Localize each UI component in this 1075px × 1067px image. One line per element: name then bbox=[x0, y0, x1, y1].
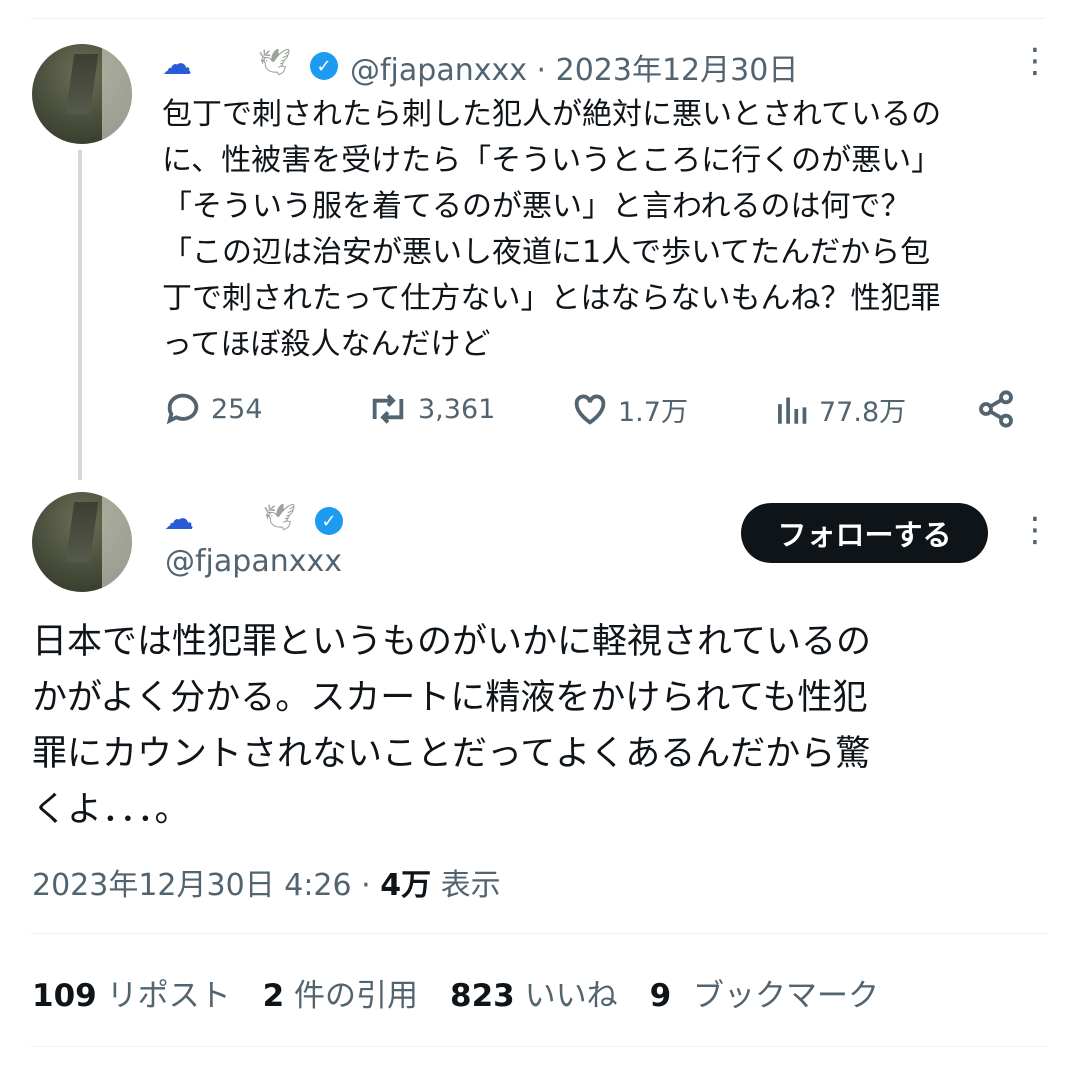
share-button[interactable] bbox=[975, 389, 1017, 429]
avatar[interactable] bbox=[32, 44, 132, 144]
views-count: 77.8万 bbox=[819, 396, 907, 428]
views-button[interactable]: 77.8万 bbox=[775, 389, 906, 429]
user-handle[interactable]: @fjapanxxx bbox=[350, 53, 527, 88]
engagement-stats: 109 リポスト 2 件の引用 823 いいね 9 ブックマーク bbox=[32, 970, 879, 1015]
follow-button[interactable]: フォローする bbox=[741, 503, 988, 563]
dove-icon: 🕊 bbox=[263, 503, 297, 533]
verified-badge-icon: ✓ bbox=[315, 507, 343, 535]
analytics-icon bbox=[778, 397, 807, 424]
quotes-stat[interactable]: 2 件の引用 bbox=[263, 970, 418, 1015]
reply-button[interactable]: 254 bbox=[163, 389, 263, 429]
thread-connector-line bbox=[78, 150, 82, 480]
reply-tweet-text: 包丁で刺されたら刺した犯人が絶対に悪いとされているの に、性被害を受けたら「そう… bbox=[162, 97, 942, 362]
more-options-icon[interactable]: ⋮ bbox=[1018, 44, 1052, 78]
tweet-meta: @fjapanxxx · 2023年12月30日 bbox=[350, 45, 798, 89]
timestamp-separator: · bbox=[351, 868, 381, 903]
reposts-stat[interactable]: 109 リポスト bbox=[32, 970, 231, 1015]
share-icon bbox=[979, 390, 1013, 428]
user-handle[interactable]: @fjapanxxx bbox=[165, 544, 342, 579]
like-button[interactable]: 1.7万 bbox=[570, 389, 688, 429]
avatar[interactable] bbox=[32, 492, 132, 592]
reply-count: 254 bbox=[211, 393, 263, 425]
main-tweet-text: 日本では性犯罪というものがいかに軽視されているの かがよく分かる。スカートに精液… bbox=[32, 622, 871, 830]
repost-icon bbox=[372, 394, 404, 424]
view-count: 4万 bbox=[380, 868, 432, 903]
cloud-icon: ☁ bbox=[162, 47, 192, 82]
repost-count: 3,361 bbox=[418, 393, 496, 425]
tweet-timestamp-row: 2023年12月30日 4:26 · 4万 表示 bbox=[32, 860, 501, 904]
tweet-date[interactable]: 2023年12月30日 bbox=[556, 53, 799, 88]
more-options-icon[interactable]: ⋮ bbox=[1018, 513, 1052, 547]
dove-icon: 🕊 bbox=[258, 48, 292, 78]
divider bbox=[30, 933, 1048, 934]
reply-icon bbox=[166, 393, 199, 425]
divider bbox=[30, 1046, 1048, 1047]
views-label: 表示 bbox=[431, 868, 501, 903]
bookmarks-stat[interactable]: 9 ブックマーク bbox=[650, 970, 879, 1015]
like-count: 1.7万 bbox=[618, 396, 688, 428]
repost-button[interactable]: 3,361 bbox=[366, 389, 495, 429]
likes-stat[interactable]: 823 いいね bbox=[450, 970, 618, 1015]
verified-badge-icon: ✓ bbox=[310, 52, 338, 80]
tweet-timestamp[interactable]: 2023年12月30日 4:26 bbox=[32, 868, 352, 903]
meta-separator: · bbox=[536, 53, 547, 88]
top-divider bbox=[30, 18, 1045, 19]
cloud-icon: ☁ bbox=[164, 502, 194, 537]
heart-icon bbox=[574, 394, 606, 425]
